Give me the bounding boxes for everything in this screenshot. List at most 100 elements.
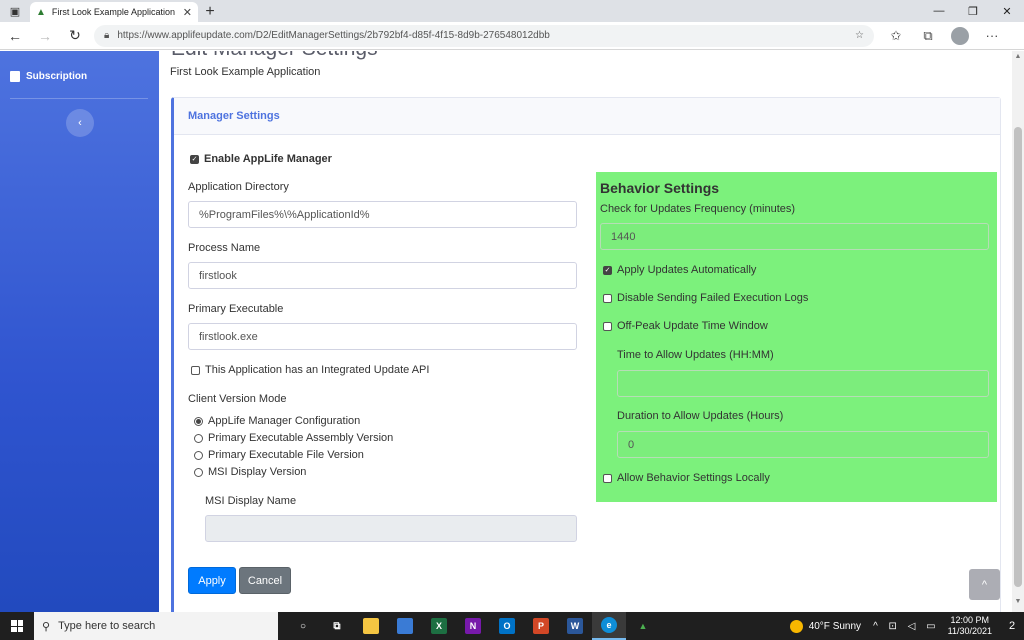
back-icon[interactable]: ← (0, 22, 30, 50)
page-subtitle: First Look Example Application (170, 66, 321, 78)
taskbar-apps: ○ ⧉ X N O P W e ▲ (286, 612, 660, 640)
disable-logs-checkbox[interactable]: Disable Sending Failed Execution Logs (603, 292, 808, 304)
browser-toolbar: ✩ ⧉ ··· (880, 22, 1008, 50)
app-dir-input[interactable]: %ProgramFiles%\%ApplicationId% (188, 201, 577, 228)
url-text: https://www.applifeupdate.com/D2/EditMan… (117, 30, 550, 41)
radio-label: Primary Executable Assembly Version (208, 432, 394, 444)
radio-unselected-icon (194, 433, 203, 443)
radio-selected-icon (194, 416, 203, 426)
time-allow-label: Time to Allow Updates (HH:MM) (617, 349, 774, 361)
tab-actions-icon[interactable]: ▣ (0, 0, 30, 22)
msi-display-name-input[interactable] (205, 515, 577, 542)
frequency-label: Check for Updates Frequency (minutes) (600, 203, 796, 215)
radio-unselected-icon (194, 467, 203, 477)
applife-icon[interactable]: ▲ (626, 612, 660, 640)
scroll-down-icon[interactable]: ▼ (1012, 598, 1024, 610)
word-icon[interactable]: W (558, 612, 592, 640)
windows-logo-icon (11, 620, 23, 632)
window-controls: — ❐ ✕ (922, 0, 1024, 22)
duration-input[interactable]: 0 (617, 431, 989, 458)
radio-msi-display-version[interactable]: MSI Display Version (194, 466, 306, 478)
primary-exe-input[interactable]: firstlook.exe (188, 323, 577, 350)
favorites-icon[interactable]: ✩ (880, 22, 912, 50)
clock-date: 11/30/2021 (947, 626, 992, 636)
taskbar-search[interactable]: ⚲ Type here to search (34, 612, 278, 640)
frequency-input[interactable]: 1440 (600, 223, 989, 250)
time-allow-input[interactable] (617, 370, 989, 397)
cancel-button[interactable]: Cancel (239, 567, 291, 594)
scroll-to-top-button[interactable]: ^ (969, 569, 1000, 600)
cortana-icon[interactable]: ○ (286, 612, 320, 640)
radio-label: AppLife Manager Configuration (208, 415, 361, 427)
notification-center-icon[interactable]: 2 (1000, 612, 1024, 640)
checkbox-checked-icon: ✓ (190, 154, 199, 164)
minimize-icon[interactable]: — (922, 0, 956, 22)
excel-icon[interactable]: X (422, 612, 456, 640)
msi-display-name-label: MSI Display Name (205, 495, 297, 507)
profile-avatar[interactable] (944, 22, 976, 50)
sidebar-item-subscription[interactable]: Subscription (10, 71, 87, 82)
enable-manager-checkbox[interactable]: ✓ Enable AppLife Manager (190, 153, 332, 165)
checkbox-unchecked-icon (603, 293, 612, 303)
process-name-label: Process Name (188, 242, 261, 254)
tab-title: First Look Example Application M (51, 7, 177, 17)
radio-file-version[interactable]: Primary Executable File Version (194, 449, 364, 461)
refresh-icon[interactable]: ↻ (60, 22, 90, 50)
radio-label: MSI Display Version (208, 466, 307, 478)
lock-icon: 🔒︎ (104, 30, 110, 41)
powerpoint-icon[interactable]: P (524, 612, 558, 640)
weather-widget[interactable]: 40°F Sunny (789, 619, 862, 633)
new-tab-button[interactable]: + (198, 2, 222, 22)
apply-button[interactable]: Apply (188, 567, 236, 594)
task-view-icon[interactable]: ⧉ (320, 612, 354, 640)
checkbox-unchecked-icon (603, 321, 612, 331)
tray-icons[interactable]: ^ ⊡ ◁ ▭ (873, 621, 940, 632)
windows-taskbar: ⚲ Type here to search ○ ⧉ X N O P W e ▲ … (0, 612, 1024, 640)
duration-label: Duration to Allow Updates (Hours) (617, 410, 784, 422)
restore-icon[interactable]: ❐ (956, 0, 990, 22)
sidebar-item-label: Subscription (26, 71, 88, 82)
apply-auto-checkbox[interactable]: ✓ Apply Updates Automatically (603, 264, 756, 276)
start-button[interactable] (0, 612, 34, 640)
forward-icon[interactable]: → (30, 22, 60, 50)
url-field[interactable]: 🔒︎ https://www.applifeupdate.com/D2/Edit… (94, 24, 874, 47)
close-window-icon[interactable]: ✕ (990, 0, 1024, 22)
collections-icon[interactable]: ⧉ (912, 22, 944, 50)
address-bar-row: ← → ↻ 🔒︎ https://www.applifeupdate.com/D… (0, 22, 1024, 50)
outlook-icon[interactable]: O (490, 612, 524, 640)
checkbox-unchecked-icon (191, 365, 200, 375)
scroll-thumb[interactable] (1014, 127, 1022, 587)
radio-assembly-version[interactable]: Primary Executable Assembly Version (194, 432, 393, 444)
close-tab-icon[interactable]: ✕ (183, 6, 192, 19)
sidebar-divider (10, 98, 148, 99)
browser-tab[interactable]: ▲ First Look Example Application M ✕ (30, 2, 198, 22)
weather-text: 40°F Sunny (808, 620, 862, 632)
integrated-api-checkbox[interactable]: This Application has an Integrated Updat… (191, 364, 429, 376)
sidebar: Subscription ‹ (0, 51, 159, 612)
offpeak-label: Off-Peak Update Time Window (617, 320, 768, 332)
behavior-settings-title: Behavior Settings (600, 180, 720, 196)
offpeak-checkbox[interactable]: Off-Peak Update Time Window (603, 320, 768, 332)
behavior-settings-panel: Behavior Settings Check for Updates Freq… (596, 172, 997, 502)
more-menu-icon[interactable]: ··· (976, 22, 1008, 50)
enable-manager-label: Enable AppLife Manager (204, 153, 332, 165)
allow-local-checkbox[interactable]: Allow Behavior Settings Locally (603, 472, 770, 484)
clock[interactable]: 12:00 PM 11/30/2021 (948, 615, 992, 637)
favorite-add-icon[interactable]: ☆ (855, 30, 864, 41)
allow-local-label: Allow Behavior Settings Locally (617, 472, 770, 484)
onenote-icon[interactable]: N (456, 612, 490, 640)
file-explorer-icon[interactable] (354, 612, 388, 640)
manager-settings-card: Manager Settings ✓ Enable AppLife Manage… (171, 97, 1001, 612)
store-icon[interactable] (388, 612, 422, 640)
notification-count: 2 (1008, 620, 1016, 632)
sun-icon (789, 619, 803, 633)
radio-applife-manager-config[interactable]: AppLife Manager Configuration (194, 415, 360, 427)
page-scrollbar[interactable]: ▲ ▼ (1012, 51, 1024, 612)
card-header: Manager Settings (174, 98, 1000, 135)
edge-icon[interactable]: e (592, 612, 626, 640)
sidebar-toggle-button[interactable]: ‹ (66, 109, 94, 137)
scroll-up-icon[interactable]: ▲ (1012, 53, 1024, 65)
process-name-input[interactable]: firstlook (188, 262, 577, 289)
disable-logs-label: Disable Sending Failed Execution Logs (617, 292, 809, 304)
site-favicon-icon: ▲ (36, 6, 46, 18)
